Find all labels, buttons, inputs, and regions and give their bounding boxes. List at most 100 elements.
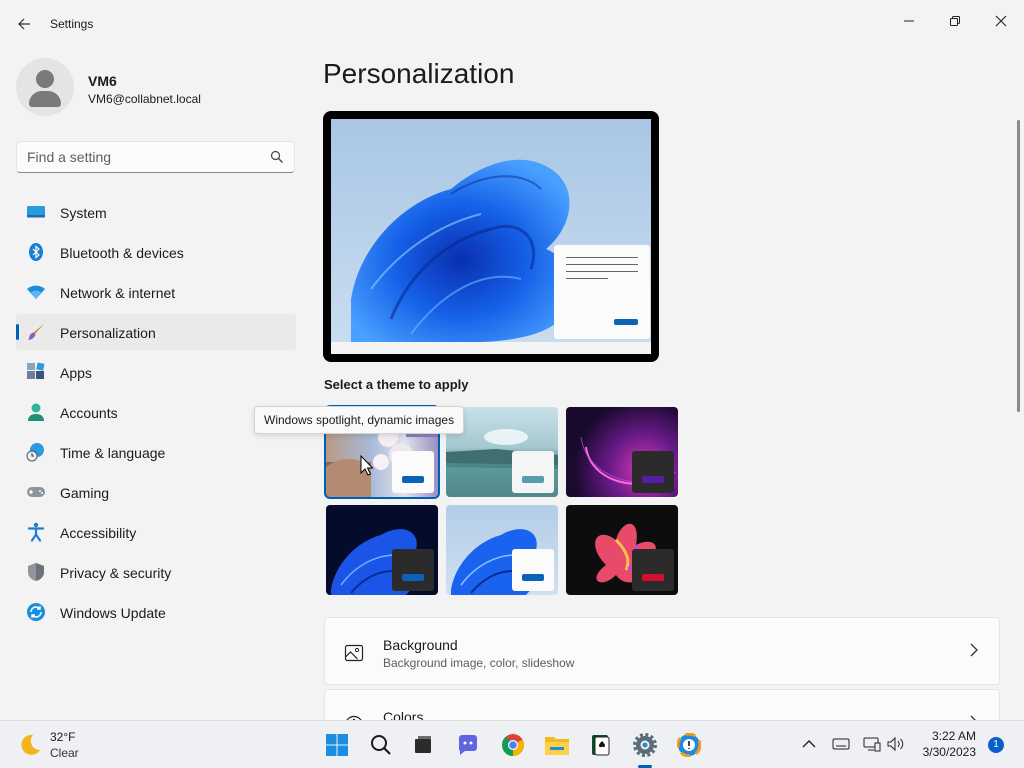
accessibility-icon: [27, 522, 45, 542]
mouse-pointer-icon: [360, 455, 374, 476]
taskbar-search-button[interactable]: [368, 732, 394, 758]
sidebar-item-label: Bluetooth & devices: [60, 245, 184, 261]
apps-icon: [27, 362, 45, 379]
globe-clock-icon: [26, 443, 44, 462]
weather-condition: Clear: [50, 746, 79, 760]
wifi-icon: [27, 285, 45, 299]
network-icon: [863, 737, 881, 752]
sidebar-item-gaming[interactable]: Gaming: [16, 474, 296, 510]
sidebar-item-label: Gaming: [60, 485, 110, 501]
settings-button[interactable]: [632, 732, 658, 758]
chrome-icon: [502, 734, 524, 756]
sidebar-item-time-language[interactable]: Time & language: [16, 434, 296, 470]
sidebar-item-bluetooth[interactable]: Bluetooth & devices: [16, 234, 296, 270]
other-app-icon: [677, 733, 701, 757]
notification-badge[interactable]: 1: [988, 737, 1004, 753]
theme-tooltip: Windows spotlight, dynamic images: [254, 406, 465, 434]
start-button[interactable]: [324, 732, 350, 758]
chrome-button[interactable]: [500, 732, 526, 758]
bluetooth-icon: [29, 243, 43, 261]
sidebar-item-windows-update[interactable]: Windows Update: [16, 594, 296, 630]
sidebar-item-label: Time & language: [60, 445, 166, 461]
moon-icon: [21, 734, 40, 755]
search-icon: [371, 735, 391, 755]
settings-icon: [633, 733, 657, 757]
file-explorer-button[interactable]: [544, 732, 570, 758]
minimize-button[interactable]: [886, 5, 932, 37]
touch-keyboard-button[interactable]: [832, 735, 850, 753]
weather-temp: 32°F: [50, 730, 76, 744]
search-box[interactable]: [16, 141, 295, 173]
chat-button[interactable]: [455, 732, 481, 758]
profile-name: VM6: [88, 73, 117, 89]
card-subtitle: Background image, color, slideshow: [383, 656, 575, 670]
preview-taskbar: [331, 342, 651, 354]
restore-icon: [950, 16, 960, 26]
app-title: Settings: [50, 17, 94, 31]
background-setting-card[interactable]: Background Background image, color, slid…: [324, 617, 1000, 685]
search-icon[interactable]: [270, 150, 284, 164]
update-icon: [27, 603, 45, 621]
task-view-button[interactable]: [410, 732, 436, 758]
preview-wallpaper: [331, 119, 651, 342]
theme-captured-motion[interactable]: [566, 407, 678, 497]
scrollbar[interactable]: [1017, 120, 1020, 412]
colors-setting-card[interactable]: Colors: [324, 689, 1000, 720]
sidebar-item-label: Windows Update: [60, 605, 166, 621]
clock-date: 3/30/2023: [922, 745, 976, 759]
network-status-button[interactable]: [863, 735, 881, 753]
card-title: Colors: [383, 709, 424, 720]
solitaire-icon: [592, 735, 610, 756]
search-input[interactable]: [27, 148, 267, 166]
task-view-icon: [415, 736, 431, 753]
profile-email: VM6@collabnet.local: [88, 92, 201, 106]
back-button[interactable]: [12, 12, 36, 36]
sidebar-item-system[interactable]: System: [16, 194, 296, 230]
maximize-button[interactable]: [932, 5, 978, 37]
preview-accent-button: [614, 319, 638, 325]
teams-chat-icon: [459, 735, 477, 755]
chevron-right-icon: [970, 643, 978, 657]
file-explorer-icon: [545, 737, 569, 755]
minimize-icon: [904, 20, 914, 22]
system-icon: [27, 206, 45, 218]
back-arrow-icon: [18, 18, 30, 30]
gamepad-icon: [27, 487, 45, 497]
start-icon: [326, 734, 348, 756]
settings-window: Settings VM6 VM6@collabnet.local System …: [0, 0, 1024, 720]
sidebar-item-privacy[interactable]: Privacy & security: [16, 554, 296, 590]
volume-button[interactable]: [887, 735, 905, 753]
theme-gallery: [324, 405, 680, 597]
sidebar-item-label: Network & internet: [60, 285, 176, 301]
brush-icon: [28, 324, 44, 340]
clock-time: 3:22 AM: [931, 729, 976, 743]
shield-icon: [28, 563, 44, 581]
show-hidden-icons-button[interactable]: [800, 735, 818, 753]
sidebar-item-label: Accessibility: [60, 525, 137, 541]
accounts-icon: [28, 403, 44, 421]
sidebar-item-label: Privacy & security: [60, 565, 172, 581]
sidebar-item-apps[interactable]: Apps: [16, 354, 296, 390]
theme-flow[interactable]: [566, 505, 678, 595]
theme-windows-dark[interactable]: [326, 505, 438, 595]
avatar: [16, 58, 74, 116]
sidebar-item-label: Apps: [60, 365, 92, 381]
sidebar-item-accessibility[interactable]: Accessibility: [16, 514, 296, 550]
speaker-icon: [887, 736, 904, 752]
theme-windows-light[interactable]: [446, 505, 558, 595]
close-icon: [995, 15, 1007, 27]
image-icon: [344, 644, 364, 662]
system-clock[interactable]: 3:22 AM 3/30/2023: [908, 728, 976, 760]
app-button[interactable]: [676, 732, 702, 758]
keyboard-icon: [832, 738, 850, 750]
sidebar-item-label: Accounts: [60, 405, 118, 421]
sidebar-item-personalization[interactable]: Personalization: [16, 314, 296, 350]
sidebar-item-network[interactable]: Network & internet: [16, 274, 296, 310]
theme-section-heading: Select a theme to apply: [324, 377, 469, 392]
sidebar-item-label: Personalization: [60, 325, 156, 341]
close-button[interactable]: [978, 5, 1024, 37]
title-bar: Settings: [0, 0, 1024, 46]
preview-dialog: [554, 245, 650, 339]
page-title: Personalization: [323, 58, 515, 89]
solitaire-button[interactable]: [588, 732, 614, 758]
